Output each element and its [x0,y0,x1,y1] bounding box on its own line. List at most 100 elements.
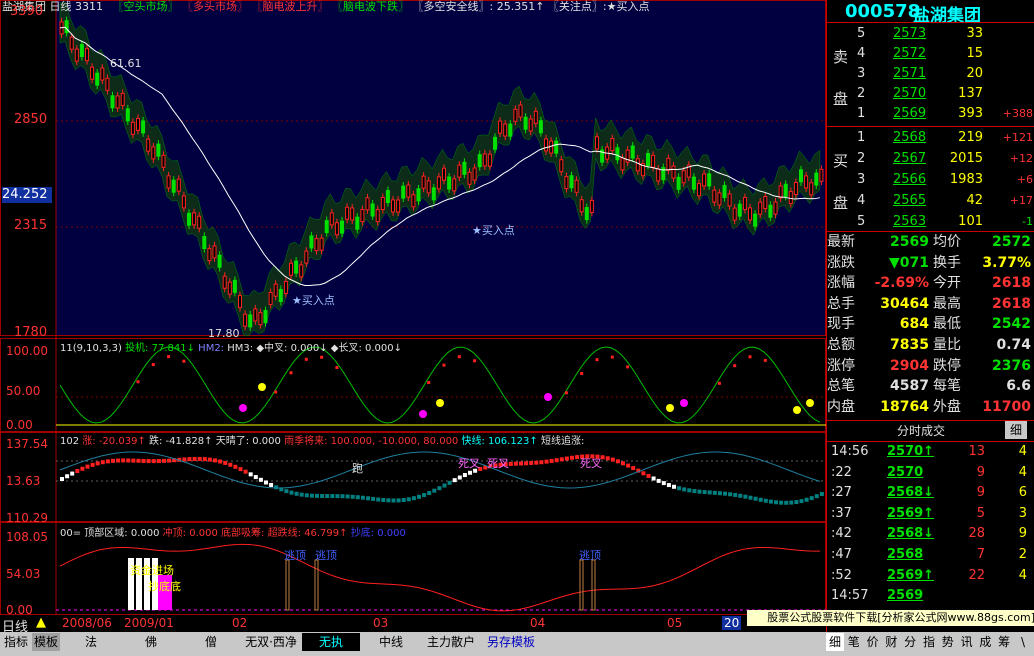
trend-square [299,492,304,497]
escape-bar [591,559,596,611]
level-number: 4 [857,46,866,61]
tab-save-template[interactable]: 另存模板 [482,633,540,651]
stat-value: 2376 [992,357,1031,374]
sell-level-row[interactable]: 5 2573 33 [857,24,1034,44]
trend-square [422,493,427,498]
period-indicator[interactable]: 日线 ▲ [0,615,56,635]
trend-square [192,456,197,461]
candle [314,238,319,252]
buy-level-row[interactable]: 3 2566 1983 +6 [857,170,1034,190]
panel4-legend-bottom: 抄底: 0.000 [350,528,406,539]
trend-square [381,497,386,502]
panel2-legend: 11(9,10,3,3) 投机: 77.841↓ HM2: HM3: ◆中叉: … [60,339,402,354]
ad-banner[interactable]: 股票公式股票软件下载[分析家公式网www.88gs.com] [747,610,1034,626]
signal-dot [473,359,477,363]
signal-dot [626,365,630,369]
trend-square [417,494,421,499]
tab-wushuang[interactable]: 无双·西净 [242,633,300,651]
trend-square [702,490,707,495]
panel2-axis-50: 50.00 [6,384,41,398]
signal-dot [182,359,186,363]
right-tab[interactable]: 价 [864,633,882,651]
sell-level-row[interactable]: 2 2570 137 [857,84,1034,104]
stat-label: 总手 [827,295,855,312]
sell-label-1: 卖 [833,48,849,66]
buy-level-row[interactable]: 1 2568 219 +121 [857,128,1034,148]
candle [385,190,390,204]
tab-midline[interactable]: 中线 [362,633,420,651]
stat-value: 2542 [992,316,1031,333]
sell-volume: 137 [958,86,983,101]
date-label-6: 05 [667,616,683,630]
trend-square [666,483,671,488]
bar-count-label: 3311 [75,0,103,13]
tab-fa[interactable]: 法 [62,633,120,651]
sell-level-row[interactable]: 3 2571 20 [857,64,1034,84]
trend-square [233,464,238,469]
candle [778,185,783,199]
trend-square [768,499,773,504]
sell-level-row[interactable]: 1 2569 393 +388 [857,104,1034,124]
candle [161,154,166,168]
sell-change: +388 [1002,107,1033,120]
tick-volume: 5 [976,505,985,521]
right-tab[interactable]: 讯 [958,633,976,651]
tag-wave-down: 〖脑电波下跌〗 [332,0,409,13]
buy-level-row[interactable]: 2 2567 2015 +12 [857,149,1034,169]
buy-level-row[interactable]: 4 2565 42 +17 [857,191,1034,211]
stat-value: 2904 [890,357,929,374]
trend-square [743,494,748,499]
signal-dot [320,355,324,359]
fast-line [59,451,821,489]
stat-row: 内盘 18764 外盘 11700 [827,397,1034,417]
tick-price: 2569↑ [887,567,935,583]
trend-square [789,500,794,505]
trend-square [289,490,294,495]
trend-square [457,475,462,480]
right-tab[interactable]: 成 [976,633,994,651]
panel4-legend-peak: 冲顶: 0.000 [162,528,218,539]
trend-square [774,500,778,505]
trend-square [248,472,253,477]
right-tab[interactable]: 细 [826,633,844,651]
right-tab[interactable]: 笔 [845,633,863,651]
candle [187,212,191,226]
buy-level-row[interactable]: 5 2563 101 -1 [857,212,1034,232]
trend-square [615,459,620,464]
panel2-legend-hm3: HM3: [227,343,254,354]
candle [309,235,314,249]
right-tab[interactable]: 财 [882,633,900,651]
escape-bar [579,559,584,611]
tab-main-retail[interactable]: 主力散户 [422,633,480,651]
right-tab[interactable]: 筹 [995,633,1013,651]
tick-count: 4 [1018,464,1027,480]
trend-square [641,471,646,476]
date-label-5: 04 [530,616,546,630]
right-tab[interactable]: 分 [901,633,919,651]
right-tab[interactable]: 指 [920,633,938,651]
tab-seng[interactable]: 僧 [182,633,240,651]
sell-level-row[interactable]: 4 2572 15 [857,44,1034,64]
signal-dot [717,381,721,385]
stat-label: 量比 [933,337,961,353]
candle [136,117,140,131]
tick-count: 9 [1018,526,1027,542]
candle [651,154,656,168]
trend-square [610,457,615,462]
signal-dot [167,355,171,359]
candle [732,207,737,221]
tab-indicator[interactable]: 指标 [2,633,30,651]
ticks-header: 分时成交 细 [827,420,1034,442]
buy-price: 2566 [893,172,927,187]
tab-fo[interactable]: 佛 [122,633,180,651]
trend-square [570,455,574,460]
candle [222,275,227,289]
right-tab[interactable]: \ [1014,633,1032,651]
tab-template[interactable]: 模板 [32,633,60,651]
tick-volume: 22 [968,567,985,583]
trend-square [213,458,217,463]
candle [753,213,758,227]
ticks-detail-button[interactable]: 细 [1005,421,1027,439]
right-tab[interactable]: 势 [939,633,957,651]
tab-wuzhi[interactable]: 无执 [302,633,360,651]
